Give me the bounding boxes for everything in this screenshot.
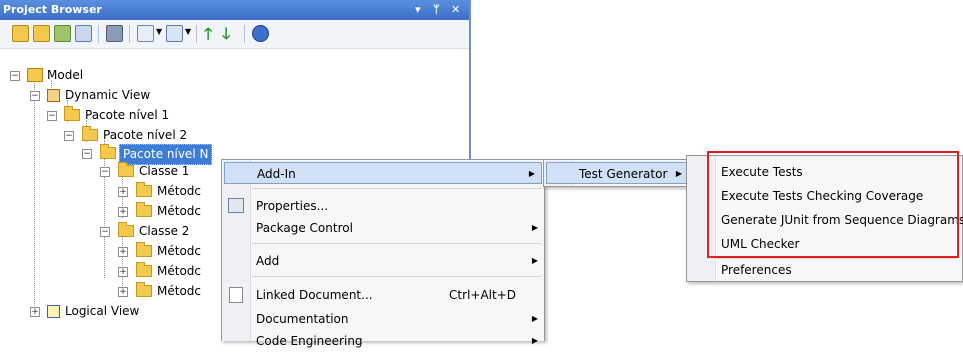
folder-icon [136,282,152,297]
help-icon[interactable] [252,25,269,42]
model-root-icon [27,68,43,82]
menu-item-shortcut: Ctrl+Alt+D [449,288,516,302]
expand-icon[interactable]: + [30,307,40,317]
documentation-icon[interactable] [137,25,154,42]
tree-label: Classe 2 [139,224,190,238]
submenu-arrow-icon: ▶ [675,169,682,178]
menu-separator [252,276,542,277]
linked-document-icon [229,287,243,303]
submenu-arrow-icon: ▶ [531,314,538,323]
menu-separator [252,243,542,244]
menu-item-label: Package Control [256,221,353,235]
menu-item-label: Add [256,254,280,268]
tree-label: Pacote nível 1 [85,108,170,122]
context-menu: Add-In ▶ Properties... Package Control ▶… [221,159,545,348]
folder-icon [100,144,116,159]
menu-item-add[interactable]: Add ▶ [222,250,544,272]
menu-separator [252,188,542,189]
close-icon[interactable]: ✕ [451,3,460,16]
tree-label: Logical View [65,304,140,318]
folder-icon [118,222,134,237]
folder-icon [64,106,80,121]
menu-item-label: Test Generator [579,167,668,181]
menu-item-linked-document[interactable]: Linked Document... Ctrl+Alt+D [222,284,544,306]
submenu-arrow-icon: ▶ [531,336,538,345]
folder-icon [118,162,134,177]
menu-item-code-engineering[interactable]: Code Engineering ▶ [222,330,544,352]
menu-item-label: Properties... [256,199,329,213]
expand-icon[interactable]: + [118,247,128,257]
expand-icon[interactable]: + [118,207,128,217]
new-element-icon[interactable] [75,25,92,42]
submenu-arrow-icon: ▶ [528,169,535,178]
add-in-submenu: Test Generator ▶ [543,159,692,187]
folder-icon [82,126,98,141]
collapse-icon[interactable]: − [10,71,20,81]
chevron-down-icon[interactable]: ▼ [156,27,162,36]
panel-menu-dropdown-icon[interactable]: ▾ [415,3,421,16]
menu-item-add-in[interactable]: Add-In ▶ [224,162,542,184]
toolbar-separator [98,25,99,43]
menu-item-documentation[interactable]: Documentation ▶ [222,308,544,330]
dynamic-view-icon [47,89,60,102]
chevron-down-icon[interactable]: ▼ [185,27,191,36]
properties-icon [228,198,244,213]
submenu-arrow-icon: ▶ [531,223,538,232]
panel-title: Project Browser [3,3,102,16]
collapse-icon[interactable]: − [100,227,110,237]
move-up-icon[interactable]: 🡑 [204,23,212,50]
annotation-highlight-box [707,151,959,258]
menu-item-label: Preferences [721,263,792,277]
pin-icon[interactable]: ᛘ [433,3,440,16]
menu-item-label: Linked Document... [256,288,373,302]
submenu-arrow-icon: ▶ [531,256,538,265]
expand-icon[interactable]: + [118,187,128,197]
expand-icon[interactable]: + [118,267,128,277]
collapse-icon[interactable]: − [82,149,92,159]
toolbar-separator [196,25,197,43]
menu-item-preferences[interactable]: Preferences [687,259,962,281]
menu-item-label: Add-In [257,167,296,181]
menu-item-label: Documentation [256,312,349,326]
folder-icon [136,202,152,217]
tree-label: Pacote nível 2 [103,128,188,142]
collapse-icon[interactable]: − [30,91,40,101]
tree-label: Dynamic View [65,88,151,102]
expand-icon[interactable]: + [118,287,128,297]
new-model-icon[interactable] [12,25,29,42]
panel-title-bar[interactable]: Project Browser ▾ ᛘ ✕ [0,0,469,20]
new-diagram-icon[interactable] [54,25,71,42]
menu-item-label: Code Engineering [256,334,363,348]
tree-label: Model [47,68,84,82]
collapse-icon[interactable]: − [100,167,110,177]
logical-view-icon [47,305,60,318]
menu-item-properties[interactable]: Properties... [222,195,544,217]
code-engineering-icon[interactable] [166,25,183,42]
folder-icon [136,182,152,197]
tree-connector [34,80,35,312]
menu-item-package-control[interactable]: Package Control ▶ [222,217,544,239]
folder-icon [136,242,152,257]
move-down-icon[interactable]: 🡓 [222,23,230,50]
search-binoculars-icon[interactable] [106,25,123,42]
tree-connector [104,140,105,278]
collapse-icon[interactable]: − [47,111,57,121]
tree-label: Métodc [157,184,201,198]
toolbar-separator [244,25,245,43]
toolbar-separator [129,25,130,43]
browser-toolbar: ▼ ▼ 🡑 🡓 [0,20,469,49]
menu-item-test-generator[interactable]: Test Generator ▶ [546,162,689,184]
tree-label: Métodc [157,204,201,218]
tree-label: Métodc [157,264,201,278]
new-package-icon[interactable] [33,25,50,42]
folder-icon [136,262,152,277]
collapse-icon[interactable]: − [64,131,74,141]
tree-label: Métodc [157,284,201,298]
tree-label: Classe 1 [139,164,190,178]
tree-label: Métodc [157,244,201,258]
